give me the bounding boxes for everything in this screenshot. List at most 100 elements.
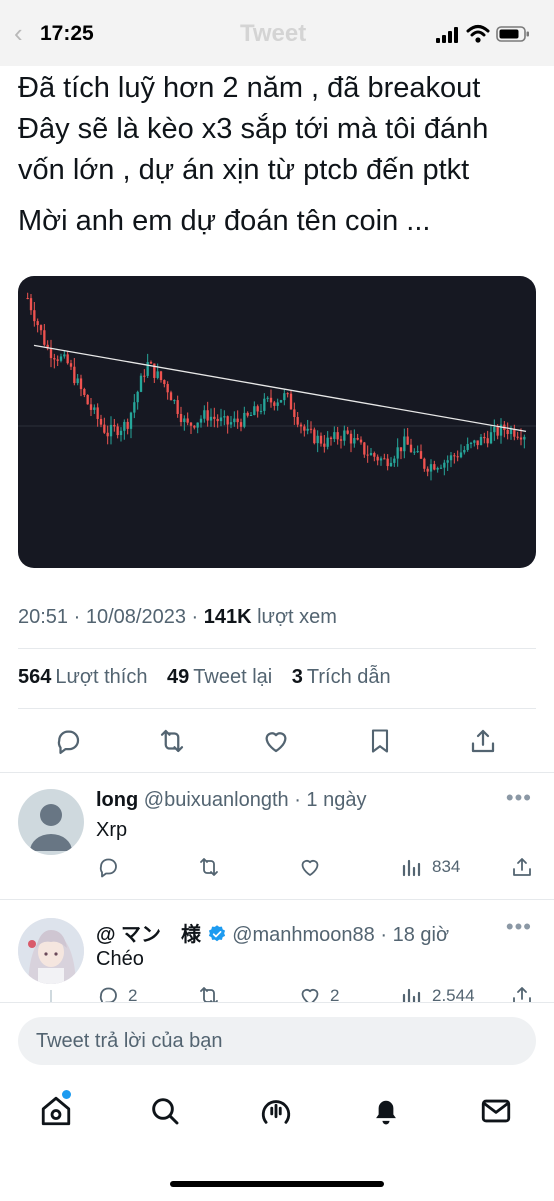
battery-icon	[496, 26, 529, 42]
reply-like-button[interactable]: 2	[298, 984, 339, 1002]
reply-views-button[interactable]: 2.544	[400, 984, 475, 1002]
candle-body	[463, 449, 466, 453]
candle-body	[273, 402, 276, 406]
candle-body	[269, 397, 273, 403]
more-icon[interactable]: •••	[506, 914, 532, 940]
candle-body	[159, 371, 163, 381]
reply-views-button[interactable]: 834	[400, 855, 460, 879]
candle-body	[83, 389, 86, 396]
divider	[18, 708, 536, 709]
candle-body	[293, 409, 296, 418]
candle-body	[173, 400, 176, 402]
tab-messages[interactable]	[476, 1091, 516, 1131]
candle-body	[49, 348, 53, 359]
home-icon	[41, 1096, 71, 1126]
tweet-line-1: Đã tích luỹ hơn 2 năm , đã breakout	[18, 72, 481, 104]
reply-display-name[interactable]: @ マン 様	[96, 924, 201, 946]
candle-body	[483, 436, 486, 439]
views-icon	[402, 859, 421, 877]
reply-compose-input[interactable]: Tweet trả lời của bạn	[18, 1017, 536, 1065]
candle-body	[116, 426, 119, 436]
tab-spaces[interactable]	[256, 1091, 296, 1131]
candle-body	[413, 451, 416, 453]
reply-reply-button[interactable]: 2	[96, 984, 137, 1002]
candle-body	[333, 432, 336, 439]
likes-count: 564	[18, 666, 52, 688]
reply-like-count: 2	[330, 986, 340, 1002]
candle-body	[79, 378, 83, 390]
candle-body	[89, 404, 93, 410]
reply-dot: ·	[288, 789, 307, 811]
mail-icon	[481, 1099, 511, 1123]
tweet-line-3: vốn lớn , dự án xịn từ ptcb đến ptkt	[18, 154, 470, 186]
reply-item[interactable]: @ マン 様 @manhmoon88 · 18 giờ ••• Chéo 2 2…	[0, 900, 554, 1002]
heart-icon	[265, 732, 287, 753]
candle-body	[86, 395, 89, 405]
share-icon	[513, 987, 531, 1002]
candle-body	[409, 444, 413, 453]
tab-notifications[interactable]	[366, 1091, 406, 1131]
candle-body	[373, 453, 376, 457]
candle-body	[56, 359, 59, 361]
reply-text: Chéo	[96, 948, 144, 970]
candle-body	[479, 436, 483, 446]
avatar-anime[interactable]	[18, 918, 84, 984]
candle-body	[29, 298, 33, 311]
more-icon[interactable]: •••	[506, 785, 532, 811]
reply-like-button[interactable]	[298, 855, 330, 879]
candle-body	[156, 371, 159, 378]
retweet-button[interactable]	[152, 722, 192, 760]
candle-body	[169, 392, 173, 401]
share-icon	[471, 729, 495, 753]
candle-body	[466, 444, 469, 450]
candle-body	[406, 436, 409, 445]
back-chevron-icon[interactable]: ‹	[14, 18, 23, 49]
candle-body	[326, 437, 329, 447]
tab-search[interactable]	[145, 1091, 185, 1131]
share-button[interactable]	[463, 722, 503, 760]
reply-share-button[interactable]	[510, 984, 542, 1002]
candle-body	[509, 428, 513, 435]
candle-body	[366, 454, 369, 456]
retweets-stat[interactable]: 49 Tweet lại	[167, 666, 286, 688]
bookmark-button[interactable]	[360, 722, 400, 760]
candle-body	[469, 442, 473, 445]
reply-reply-button[interactable]	[96, 855, 128, 879]
like-button[interactable]	[256, 722, 296, 760]
reply-share-button[interactable]	[510, 855, 542, 879]
likes-stat[interactable]: 564 Lượt thích	[18, 666, 161, 688]
candle-body	[316, 435, 319, 444]
candle-body	[126, 421, 129, 429]
candle-body	[183, 418, 186, 423]
candle-body	[186, 418, 189, 423]
candle-body	[146, 362, 149, 376]
reply-handle[interactable]: @buixuanlongth	[144, 789, 289, 811]
candle-body	[139, 375, 143, 392]
reply-item[interactable]: long @buixuanlongth · 1 ngày ••• Xrp 834	[0, 773, 554, 899]
retweets-label: Tweet lại	[193, 666, 273, 688]
wifi-icon	[466, 25, 490, 43]
candle-body	[39, 325, 43, 331]
avatar-default[interactable]	[18, 789, 84, 855]
reply-handle[interactable]: @manhmoon88	[232, 924, 375, 946]
tweet-views-label: lượt xem	[257, 606, 337, 628]
reply-button[interactable]	[48, 722, 88, 760]
reply-display-name[interactable]: long	[96, 789, 138, 811]
candle-body	[416, 451, 419, 453]
bottom-area: Tweet trả lời của bạn	[0, 1002, 554, 1201]
candle-body	[433, 464, 436, 470]
candle-body	[323, 443, 326, 447]
default-avatar-icon	[30, 804, 72, 851]
views-icon	[402, 988, 421, 1002]
reply-retweet-button[interactable]	[196, 984, 230, 1002]
reply-retweet-button[interactable]	[196, 855, 230, 879]
candle-body	[76, 378, 79, 384]
candle-body	[136, 391, 139, 403]
tweet-paragraph: Đã tích luỹ hơn 2 năm , đã breakout Đây …	[18, 68, 538, 191]
quotes-stat[interactable]: 3 Trích dẫn	[292, 666, 391, 688]
retweet-icon	[200, 987, 218, 1002]
candle-body	[66, 354, 69, 364]
retweet-icon	[200, 858, 218, 876]
tweet-chart-image[interactable]	[18, 276, 536, 568]
candle-body	[283, 393, 286, 401]
